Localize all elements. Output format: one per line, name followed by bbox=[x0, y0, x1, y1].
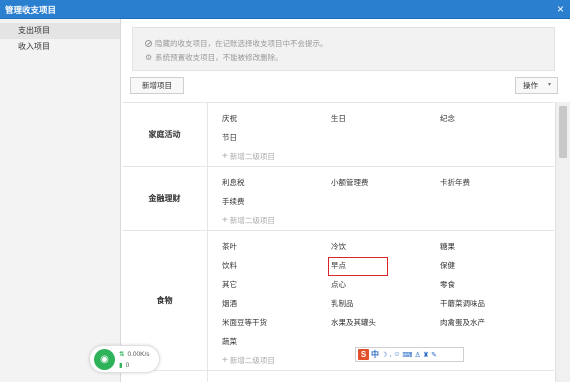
subcategory-item[interactable]: 工作餐 bbox=[331, 377, 440, 382]
plus-icon: + bbox=[222, 151, 228, 162]
download-count: ▮ 0 bbox=[119, 362, 130, 369]
category-group: 食物 茶叶 冷饮 糖果 饮料 早点 保健 其它 点心 零食 烟酒 乳制品 干蘑菜调味品 米面豆等干货 水果及… bbox=[122, 231, 554, 371]
notice-box: 隐藏的收支项目，在记账选择收支项目中不会提示。 ⚙ 系统预置收支项目，不能被修改… bbox=[132, 27, 555, 71]
punctuation-icon[interactable]: , bbox=[389, 351, 391, 358]
subcategory-item[interactable]: 小额管理费 bbox=[331, 173, 440, 192]
add-item-button[interactable]: 新增项目 bbox=[130, 77, 184, 94]
category-name[interactable]: 家庭活动 bbox=[122, 103, 208, 166]
subcategory-item[interactable]: 饮料 bbox=[222, 256, 331, 275]
ime-language[interactable]: 中 bbox=[371, 349, 379, 360]
plus-icon: + bbox=[222, 215, 228, 226]
wifi-icon: ◉ bbox=[94, 349, 115, 370]
window-title: 管理收支项目 bbox=[5, 5, 57, 15]
subcategory-item[interactable]: 庆祝 bbox=[222, 109, 331, 128]
subcategory-item[interactable]: 其它 bbox=[222, 275, 331, 294]
main-panel: 隐藏的收支项目，在记账选择收支项目中不会提示。 ⚙ 系统预置收支项目，不能被修改… bbox=[122, 19, 570, 382]
sidebar-item-expense[interactable]: 支出项目 bbox=[0, 23, 120, 39]
category-list: 家庭活动 庆祝 生日 纪念 节日 + 新增二级项目 金融理财 利息税 小额管理费 卡折年费 手续费 + 新… bbox=[122, 102, 554, 382]
subcategory-item[interactable]: 干蘑菜调味品 bbox=[440, 294, 549, 313]
operation-dropdown[interactable]: 操作 ▾ bbox=[515, 77, 558, 94]
ime-toolbar[interactable]: S 中 ☽ , ☺ ⌨ ♙ ♜ ✎ bbox=[355, 347, 464, 362]
subcategory-item[interactable]: 冷饮 bbox=[331, 237, 440, 256]
add-subcategory-label: 新增二级项目 bbox=[229, 356, 275, 365]
notice-text-1: 隐藏的收支项目，在记账选择收支项目中不会提示。 bbox=[155, 39, 328, 48]
subcategory-item[interactable]: 点心 bbox=[331, 275, 440, 294]
category-name[interactable]: 金融理财 bbox=[122, 167, 208, 230]
subcategory-item[interactable]: 米面豆等干货 bbox=[222, 313, 331, 332]
subcategory-item[interactable]: 零食 bbox=[440, 275, 549, 294]
category-group: 金融理财 利息税 小额管理费 卡折年费 手续费 + 新增二级项目 bbox=[122, 167, 554, 231]
subcategory-item[interactable]: 节日 bbox=[222, 128, 331, 147]
subcategory-item[interactable]: 纪念 bbox=[440, 109, 549, 128]
notice-text-2: 系统预置收支项目，不能被修改删除。 bbox=[155, 53, 283, 62]
subcategory-item[interactable]: 茶叶 bbox=[222, 237, 331, 256]
chevron-down-icon: ▾ bbox=[547, 82, 551, 88]
subcategory-grid: 利息税 小额管理费 卡折年费 手续费 + 新增二级项目 bbox=[208, 167, 554, 230]
user-icon[interactable]: ♙ bbox=[415, 351, 421, 359]
subcategory-item[interactable]: 蔬菜 bbox=[222, 332, 331, 351]
network-speed-widget[interactable]: ◉ ⇅ 0.00K/s ▮ 0 bbox=[89, 345, 160, 373]
subcategory-item[interactable]: 保健 bbox=[440, 256, 549, 275]
subcategory-row: 其它 点心 零食 bbox=[222, 275, 554, 294]
subcategory-item[interactable]: 水果及其罐头 bbox=[331, 313, 440, 332]
add-subcategory-label: 新增二级项目 bbox=[229, 216, 275, 225]
moon-icon[interactable]: ☽ bbox=[381, 351, 387, 359]
category-group: 家庭活动 庆祝 生日 纪念 节日 + 新增二级项目 bbox=[122, 103, 554, 167]
subcategory-item[interactable]: 肉禽蛋及水产 bbox=[440, 313, 549, 332]
subcategory-item[interactable]: 糖果 bbox=[440, 237, 549, 256]
subcategory-item[interactable]: 生日 bbox=[331, 109, 440, 128]
sogou-logo-icon[interactable]: S bbox=[358, 349, 369, 360]
subcategory-grid: 庆祝 生日 纪念 节日 + 新增二级项目 bbox=[208, 103, 554, 166]
close-icon[interactable]: × bbox=[557, 2, 564, 16]
subcategory-row: 手续费 bbox=[222, 192, 554, 211]
subcategory-item[interactable]: 宵夜 bbox=[222, 377, 331, 382]
category-group: 宵夜工作餐晚餐 bbox=[122, 371, 554, 382]
notice-line-system: ⚙ 系统预置收支项目，不能被修改删除。 bbox=[145, 52, 283, 63]
plus-icon: + bbox=[222, 355, 228, 366]
subcategory-item[interactable]: 乳制品 bbox=[331, 294, 440, 313]
emoji-icon[interactable]: ☺ bbox=[393, 351, 400, 358]
subcategory-row: 米面豆等干货 水果及其罐头 肉禽蛋及水产 bbox=[222, 313, 554, 332]
subcategory-row: 宵夜工作餐晚餐 bbox=[222, 377, 554, 382]
window-titlebar: 管理收支项目 × bbox=[0, 0, 570, 19]
subcategory-row: 茶叶 冷饮 糖果 bbox=[222, 237, 554, 256]
add-subcategory-link[interactable]: + 新增二级项目 bbox=[222, 147, 554, 166]
sidebar-item-income[interactable]: 收入项目 bbox=[0, 39, 120, 55]
wrench-icon[interactable]: ✎ bbox=[431, 351, 437, 359]
subcategory-row: 饮料 早点 保健 bbox=[222, 256, 554, 276]
subcategory-grid: 宵夜工作餐晚餐 bbox=[208, 371, 554, 382]
subcategory-item[interactable]: 手续费 bbox=[222, 192, 331, 211]
notice-line-hidden: 隐藏的收支项目，在记账选择收支项目中不会提示。 bbox=[145, 38, 328, 49]
operation-label: 操作 bbox=[523, 81, 538, 90]
subcategory-item[interactable]: 卡折年费 bbox=[440, 173, 549, 192]
shirt-icon[interactable]: ♜ bbox=[423, 351, 429, 359]
forbidden-icon bbox=[145, 40, 152, 47]
gear-icon: ⚙ bbox=[145, 52, 153, 62]
sidebar: 支出项目 收入项目 bbox=[0, 19, 121, 382]
subcategory-row: 庆祝 生日 纪念 bbox=[222, 109, 554, 128]
subcategory-item[interactable]: 烟酒 bbox=[222, 294, 331, 313]
scrollbar[interactable] bbox=[555, 102, 570, 382]
upload-speed: ⇅ 0.00K/s bbox=[119, 351, 150, 358]
keyboard-icon[interactable]: ⌨ bbox=[402, 351, 412, 359]
scrollbar-thumb[interactable] bbox=[559, 106, 567, 158]
add-subcategory-link[interactable]: + 新增二级项目 bbox=[222, 211, 554, 230]
subcategory-row: 利息税 小额管理费 卡折年费 bbox=[222, 173, 554, 192]
subcategory-item-highlighted[interactable]: 早点 bbox=[328, 256, 440, 276]
subcategory-item[interactable]: 晚餐 bbox=[440, 377, 549, 382]
add-subcategory-label: 新增二级项目 bbox=[229, 152, 275, 161]
subcategory-row: 节日 bbox=[222, 128, 554, 147]
subcategory-row: 烟酒 乳制品 干蘑菜调味品 bbox=[222, 294, 554, 313]
subcategory-item[interactable]: 利息税 bbox=[222, 173, 331, 192]
